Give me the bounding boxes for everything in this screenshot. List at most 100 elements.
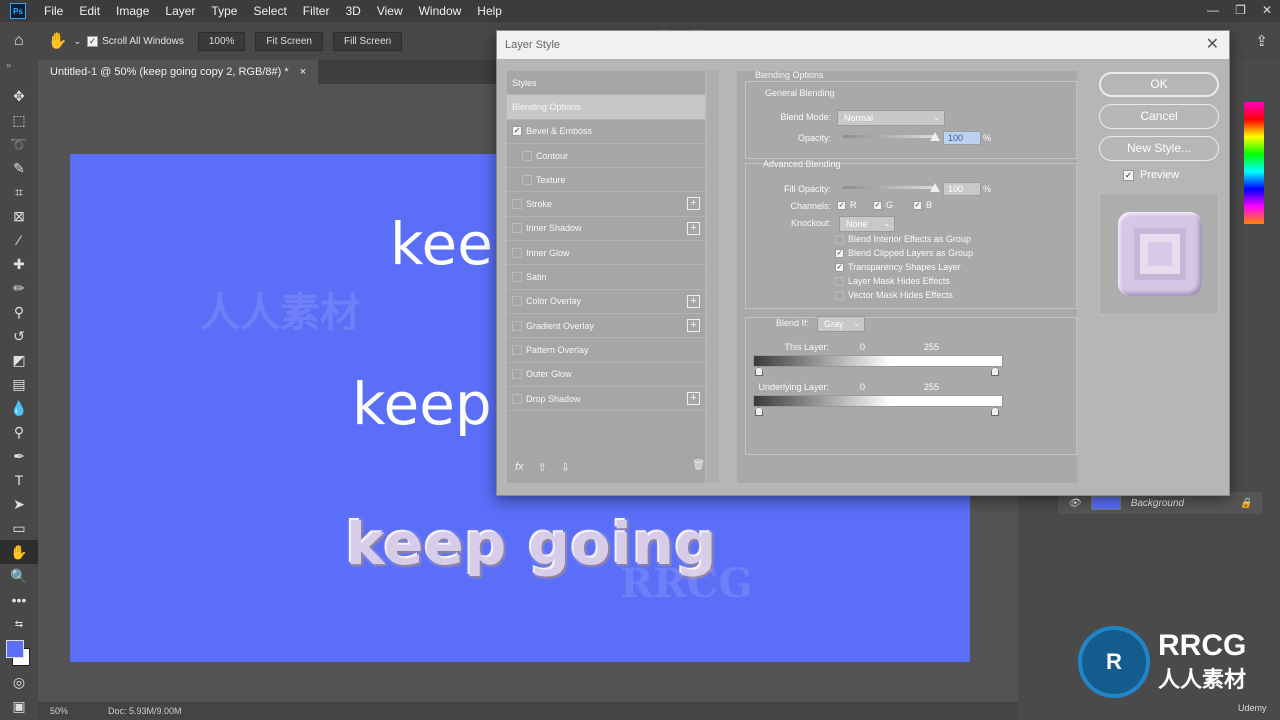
checkbox-icon[interactable] [512,199,522,210]
color-swatches[interactable] [0,636,38,670]
opacity-input[interactable]: 100 [943,131,981,145]
style-row-stroke[interactable]: Stroke + [507,192,705,217]
checkbox-icon[interactable] [512,272,522,283]
close-icon[interactable]: ✕ [1206,31,1219,59]
option-vector-mask-hides-effects[interactable]: Vector Mask Hides Effects [835,290,953,300]
style-row-texture[interactable]: Texture [507,168,705,193]
menu-image[interactable]: Image [108,0,157,22]
style-row-gradient-overlay[interactable]: Gradient Overlay + [507,314,705,339]
blend-mode-select[interactable]: Normal ⌄ [837,110,945,126]
close-icon[interactable]: ✕ [1262,0,1272,20]
eraser-tool-icon[interactable]: ◩ [0,348,38,372]
option-blend-interior-effects-as-group[interactable]: Blend Interior Effects as Group [835,234,971,244]
lock-icon[interactable]: 🔒 [1240,498,1252,509]
style-row-blending-options[interactable]: Blending Options [507,95,705,120]
pen-tool-icon[interactable]: ✒ [0,444,38,468]
marquee-tool-icon[interactable]: ⬚ [0,108,38,132]
zoom-100-button[interactable]: 100% [197,31,246,51]
clone-stamp-tool-icon[interactable]: ⚲ [0,300,38,324]
this-layer-gradient[interactable] [753,355,1003,367]
minimize-icon[interactable]: — [1207,0,1219,20]
styles-scrollbar[interactable] [707,71,719,483]
option-transparency-shapes-layer[interactable]: ✓ Transparency Shapes Layer [835,262,961,272]
checkbox-icon[interactable]: ✓ [512,126,522,137]
checkbox-icon[interactable] [512,223,522,234]
history-brush-tool-icon[interactable]: ↺ [0,324,38,348]
blur-tool-icon[interactable]: 💧 [0,396,38,420]
trash-icon[interactable]: 🗑 [692,460,705,471]
style-row-color-overlay[interactable]: Color Overlay + [507,290,705,314]
path-select-tool-icon[interactable]: ➤ [0,492,38,516]
checkbox-icon[interactable] [522,150,532,161]
dialog-title-bar[interactable]: Layer Style ✕ [497,31,1229,59]
add-effect-icon[interactable]: + [687,391,700,405]
checkbox-icon[interactable] [512,344,522,355]
menu-file[interactable]: File [36,0,71,22]
style-row-bevel-emboss[interactable]: ✓ Bevel & Emboss [507,120,705,144]
fill-screen-button[interactable]: Fill Screen [333,31,403,51]
style-row-outer-glow[interactable]: Outer Glow [507,363,705,387]
add-effect-icon[interactable]: + [687,318,700,332]
fit-screen-button[interactable]: Fit Screen [255,31,323,51]
swap-colors-icon[interactable]: ⇆ [0,612,38,636]
zoom-tool-icon[interactable]: 🔍 [0,564,38,588]
dodge-tool-icon[interactable]: ⚲ [0,420,38,444]
brush-tool-icon[interactable]: ✏ [0,276,38,300]
hand-tool-icon[interactable]: ✋ [48,31,68,51]
add-effect-icon[interactable]: + [687,294,700,308]
cancel-button[interactable]: Cancel [1099,104,1219,129]
healing-brush-tool-icon[interactable]: ✚ [0,252,38,276]
restore-icon[interactable]: ❐ [1235,0,1246,20]
rectangle-tool-icon[interactable]: ▭ [0,516,38,540]
collapse-icon[interactable]: » [0,60,38,84]
style-row-inner-shadow[interactable]: Inner Shadow + [507,217,705,242]
checkbox-icon[interactable] [512,247,522,258]
menu-3d[interactable]: 3D [337,0,368,22]
option-layer-mask-hides-effects[interactable]: Layer Mask Hides Effects [835,276,950,286]
menu-view[interactable]: View [369,0,411,22]
hand-tool-icon[interactable]: ✋ [0,540,38,564]
style-row-inner-glow[interactable]: Inner Glow [507,241,705,266]
zoom-level[interactable]: 50% [50,706,68,716]
menu-type[interactable]: Type [203,0,245,22]
ok-button[interactable]: OK [1099,72,1219,97]
document-tab[interactable]: Untitled-1 @ 50% (keep going copy 2, RGB… [38,60,319,84]
fill-opacity-slider[interactable] [843,186,935,189]
tab-close-icon[interactable]: × [300,66,306,78]
share-icon[interactable]: ⇪ [1255,32,1268,50]
menu-select[interactable]: Select [245,0,294,22]
opacity-slider-thumb[interactable] [930,132,940,141]
more-tools-icon[interactable]: ••• [0,588,38,612]
scroll-all-windows-checkbox[interactable]: ✓ Scroll All Windows [87,35,184,47]
lasso-tool-icon[interactable]: ➰ [0,132,38,156]
blend-if-select[interactable]: Gray ⌄ [817,316,865,332]
eye-icon[interactable]: 👁 [1068,498,1081,509]
style-row-satin[interactable]: Satin [507,265,705,290]
opacity-slider[interactable] [843,135,935,138]
style-row-drop-shadow[interactable]: Drop Shadow + [507,387,705,412]
eyedropper-tool-icon[interactable]: ⁄ [0,228,38,252]
channel-r-checkbox[interactable]: ✓ R [837,200,857,210]
menu-filter[interactable]: Filter [295,0,338,22]
home-icon[interactable]: ⌂ [14,32,24,50]
menu-layer[interactable]: Layer [157,0,203,22]
channel-b-checkbox[interactable]: ✓ B [913,200,932,210]
option-blend-clipped-layers-as-group[interactable]: ✓ Blend Clipped Layers as Group [835,248,973,258]
styles-header[interactable]: Styles [507,71,705,96]
fill-opacity-input[interactable]: 100 [943,182,981,196]
knockout-select[interactable]: None ⌄ [839,216,895,232]
gradient-tool-icon[interactable]: ▤ [0,372,38,396]
quick-select-tool-icon[interactable]: ✎ [0,156,38,180]
menu-window[interactable]: Window [411,0,470,22]
crop-tool-icon[interactable]: ⌗ [0,180,38,204]
fill-opacity-slider-thumb[interactable] [930,183,940,192]
menu-help[interactable]: Help [469,0,510,22]
move-up-icon[interactable]: ⇧ [538,461,547,474]
style-row-contour[interactable]: Contour [507,144,705,169]
type-tool-icon[interactable]: T [0,468,38,492]
chevron-down-icon[interactable]: ⌄ [74,36,82,47]
frame-tool-icon[interactable]: ⊠ [0,204,38,228]
add-effect-icon[interactable]: + [687,197,700,211]
move-down-icon[interactable]: ⇩ [561,461,570,474]
checkbox-icon[interactable] [512,320,522,331]
